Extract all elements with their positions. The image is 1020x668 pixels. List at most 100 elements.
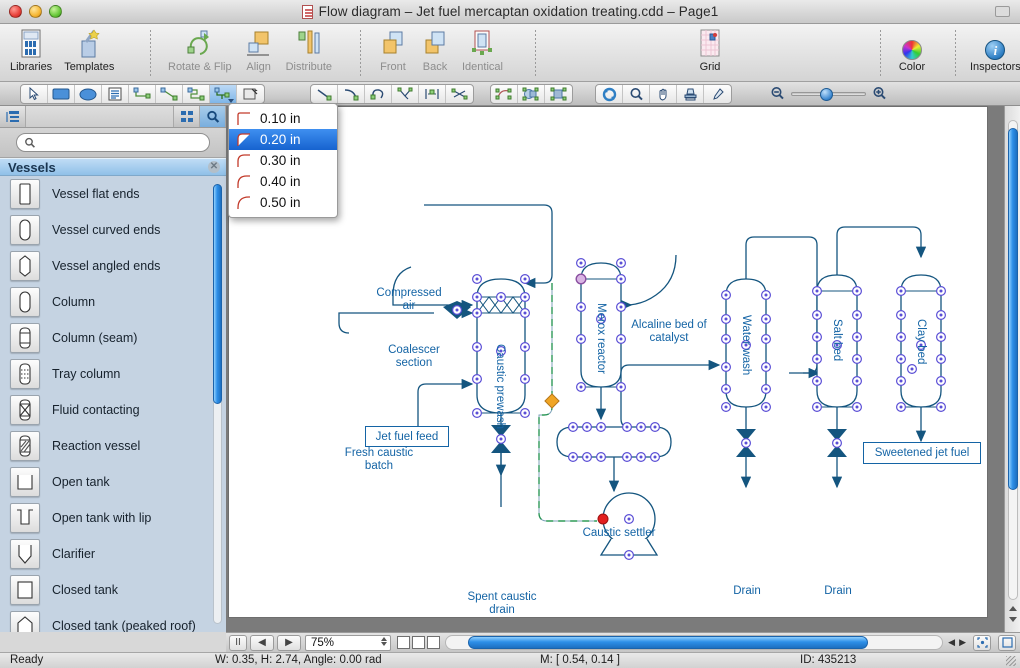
corner-radius-option[interactable]: 0.10 in <box>229 108 337 129</box>
fluid-contacting-icon[interactable] <box>10 395 40 425</box>
refresh-tool[interactable] <box>596 85 623 103</box>
scrollbar-thumb[interactable] <box>213 184 222 404</box>
ribbon-color-button[interactable]: Color <box>892 28 932 73</box>
zoom-slider[interactable] <box>791 87 866 101</box>
hand-tool[interactable] <box>650 85 677 103</box>
library-scrollbar[interactable] <box>213 184 222 624</box>
shape-list-item[interactable]: Open tank with lip <box>0 500 226 536</box>
scroll-down-arrow-icon[interactable] <box>1009 617 1017 622</box>
union-shapes-tool[interactable] <box>518 85 545 103</box>
ribbon-libraries-button[interactable]: Libraries <box>4 28 58 73</box>
ribbon-inspectors-button[interactable]: i Inspectors <box>964 28 1020 73</box>
close-icon[interactable]: ✕ <box>208 161 220 173</box>
full-screen-button[interactable] <box>998 634 1016 651</box>
eyedropper-tool[interactable] <box>704 85 731 103</box>
stamp-tool[interactable] <box>677 85 704 103</box>
jet-fuel-feed-box[interactable]: Jet fuel feed <box>365 426 449 447</box>
ribbon-identical-button[interactable]: Identical <box>456 28 509 73</box>
corner-radius-option[interactable]: 0.20 in <box>229 129 337 150</box>
tray-column-icon[interactable] <box>10 359 40 389</box>
ellipse-tool[interactable] <box>75 85 102 103</box>
open-tank-lip-icon[interactable] <box>10 503 40 533</box>
diagram-canvas[interactable]: Compressed air Coalescer section Fresh cau… <box>228 106 988 618</box>
closed-tank-peaked-icon[interactable] <box>10 611 40 632</box>
page-view-multi[interactable] <box>427 636 440 649</box>
shape-list-item[interactable]: Closed tank (peaked roof) <box>0 608 226 632</box>
toolbar-toggle-button[interactable] <box>995 6 1010 17</box>
vessel-angled-ends-icon[interactable] <box>10 251 40 281</box>
prev-page-button[interactable]: ◀ <box>250 634 274 651</box>
ribbon-back-button[interactable]: Back <box>414 28 456 73</box>
shape-list[interactable]: Vessel flat ends Vessel curved ends Vessel… <box>0 176 226 632</box>
reaction-vessel-icon[interactable] <box>10 431 40 461</box>
zoom-out-icon[interactable] <box>770 86 785 101</box>
shape-list-item[interactable]: Column (seam) <box>0 320 226 356</box>
stepper-up-icon[interactable] <box>381 636 387 641</box>
shape-list-item[interactable]: Reaction vessel <box>0 428 226 464</box>
multi-segment-connector-tool[interactable] <box>183 85 210 103</box>
vessel-curved-ends-icon[interactable] <box>10 215 40 245</box>
direct-connector-tool[interactable] <box>156 85 183 103</box>
corner-radius-option[interactable]: 0.50 in <box>229 192 337 213</box>
fit-page-button[interactable] <box>973 634 991 651</box>
ribbon-rotate-flip-button[interactable]: Rotate & Flip <box>162 28 238 73</box>
zoom-stepper[interactable] <box>381 636 387 646</box>
corner-radius-option[interactable]: 0.40 in <box>229 171 337 192</box>
shape-list-item[interactable]: Closed tank <box>0 572 226 608</box>
vessel-flat-ends-icon[interactable] <box>10 179 40 209</box>
search-box[interactable] <box>16 133 210 152</box>
line-tool[interactable] <box>311 85 338 103</box>
hscroll-left-arrow-icon[interactable]: ◀ <box>948 637 955 648</box>
tree-connector-tool[interactable] <box>210 85 237 103</box>
shape-list-item[interactable]: Open tank <box>0 464 226 500</box>
scrollbar-thumb[interactable] <box>1008 128 1018 490</box>
corner-radius-option[interactable]: 0.30 in <box>229 150 337 171</box>
hscrollbar-thumb[interactable] <box>468 636 868 649</box>
text-tool[interactable] <box>102 85 129 103</box>
zoom-in-icon[interactable] <box>872 86 887 101</box>
search-input[interactable] <box>41 136 191 149</box>
ribbon-grid-button[interactable]: Grid <box>690 28 730 73</box>
stepper-down-icon[interactable] <box>381 641 387 646</box>
rectangle-tool[interactable] <box>48 85 75 103</box>
shape-list-item[interactable]: Vessel curved ends <box>0 212 226 248</box>
zoom-level-field[interactable]: 75% <box>305 634 391 651</box>
scroll-up-arrow-icon[interactable] <box>1009 606 1017 611</box>
page-view-buttons[interactable] <box>397 636 440 649</box>
shape-list-item[interactable]: Clarifier <box>0 536 226 572</box>
thumbnail-view-icon[interactable] <box>174 106 200 127</box>
page-view-double[interactable] <box>412 636 425 649</box>
library-path-field[interactable] <box>26 106 174 127</box>
canvas-horizontal-scrollbar[interactable] <box>445 635 944 650</box>
shape-list-item[interactable]: Fluid contacting <box>0 392 226 428</box>
crop-tool[interactable] <box>446 85 473 103</box>
ribbon-front-button[interactable]: Front <box>372 28 414 73</box>
intersect-shapes-tool[interactable] <box>545 85 572 103</box>
sweetened-jet-fuel-box[interactable]: Sweetened jet fuel <box>863 442 981 464</box>
right-angle-connector-tool[interactable] <box>129 85 156 103</box>
distribute-vertical-tool[interactable] <box>419 85 446 103</box>
shape-list-item[interactable]: Vessel angled ends <box>0 248 226 284</box>
ribbon-align-button[interactable]: Align <box>238 28 280 73</box>
shape-list-item[interactable]: Tray column <box>0 356 226 392</box>
column-seam-icon[interactable] <box>10 323 40 353</box>
polyline-tool[interactable] <box>392 85 419 103</box>
zoom-slider-control[interactable] <box>770 86 887 101</box>
shape-list-item[interactable]: Vessel flat ends <box>0 176 226 212</box>
hscroll-right-arrow-icon[interactable]: ▶ <box>959 637 966 648</box>
bezier-tool[interactable] <box>491 85 518 103</box>
curve-tool[interactable] <box>365 85 392 103</box>
flow-diagram[interactable] <box>229 107 988 618</box>
shape-list-item[interactable]: Column <box>0 284 226 320</box>
search-view-icon[interactable] <box>200 106 226 127</box>
magnifier-tool[interactable] <box>623 85 650 103</box>
page-view-single[interactable] <box>397 636 410 649</box>
zoom-slider-knob[interactable] <box>820 87 833 101</box>
closed-tank-icon[interactable] <box>10 575 40 605</box>
pointer-tool[interactable] <box>21 85 48 103</box>
pause-button[interactable]: II <box>229 634 247 651</box>
next-page-button[interactable]: ▶ <box>277 634 301 651</box>
ribbon-distribute-button[interactable]: Distribute <box>280 28 338 73</box>
corner-radius-menu[interactable]: 0.10 in 0.20 in 0.30 in 0.40 in 0.50 in <box>228 103 338 218</box>
delete-connector-tool[interactable] <box>237 85 264 103</box>
